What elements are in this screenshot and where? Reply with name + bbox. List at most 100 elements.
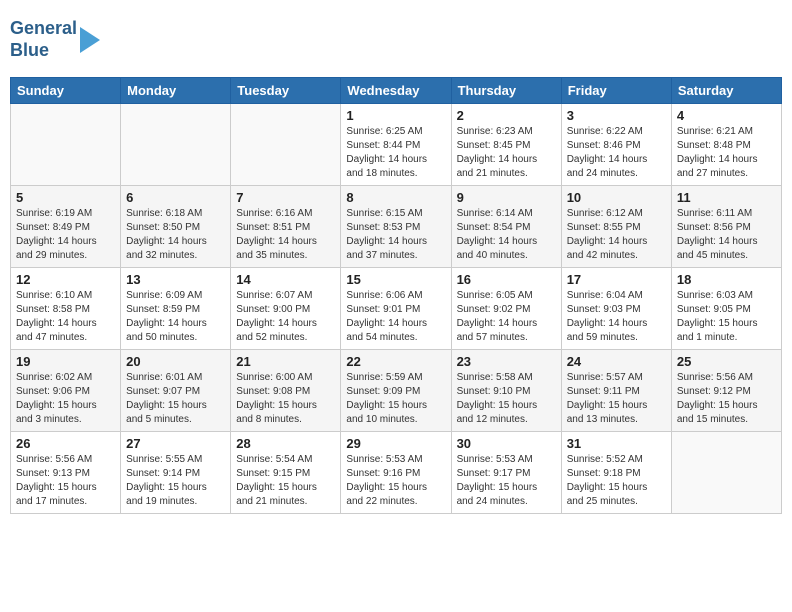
day-info: Sunrise: 5:55 AM Sunset: 9:14 PM Dayligh… [126,453,225,509]
weekday-header: Tuesday [231,78,341,104]
day-info: Sunrise: 6:21 AM Sunset: 8:48 PM Dayligh… [677,125,776,181]
day-number: 9 [457,190,556,205]
day-info: Sunrise: 6:25 AM Sunset: 8:44 PM Dayligh… [346,125,445,181]
calendar-cell [11,104,121,186]
calendar-header-row: SundayMondayTuesdayWednesdayThursdayFrid… [11,78,782,104]
calendar-week-row: 12 Sunrise: 6:10 AM Sunset: 8:58 PM Dayli… [11,268,782,350]
day-info: Sunrise: 5:54 AM Sunset: 9:15 PM Dayligh… [236,453,335,509]
calendar-cell: 31 Sunrise: 5:52 AM Sunset: 9:18 PM Dayli… [561,432,671,514]
day-number: 18 [677,272,776,287]
calendar-cell: 6Sunrise: 6:18 AM Sunset: 8:50 PM Daylig… [121,186,231,268]
day-number: 6 [126,190,225,205]
weekday-header: Monday [121,78,231,104]
day-info: Sunrise: 6:02 AM Sunset: 9:06 PM Dayligh… [16,371,115,427]
calendar-cell: 11 Sunrise: 6:11 AM Sunset: 8:56 PM Dayli… [671,186,781,268]
day-number: 29 [346,436,445,451]
day-info: Sunrise: 6:16 AM Sunset: 8:51 PM Dayligh… [236,207,335,263]
day-info: Sunrise: 6:10 AM Sunset: 8:58 PM Dayligh… [16,289,115,345]
day-info: Sunrise: 5:56 AM Sunset: 9:13 PM Dayligh… [16,453,115,509]
day-info: Sunrise: 5:59 AM Sunset: 9:09 PM Dayligh… [346,371,445,427]
day-number: 5 [16,190,115,205]
logo-line1: General [10,18,77,40]
day-number: 19 [16,354,115,369]
calendar-cell: 3Sunrise: 6:22 AM Sunset: 8:46 PM Daylig… [561,104,671,186]
calendar-cell: 7Sunrise: 6:16 AM Sunset: 8:51 PM Daylig… [231,186,341,268]
day-number: 27 [126,436,225,451]
day-info: Sunrise: 6:09 AM Sunset: 8:59 PM Dayligh… [126,289,225,345]
day-info: Sunrise: 6:06 AM Sunset: 9:01 PM Dayligh… [346,289,445,345]
day-info: Sunrise: 5:58 AM Sunset: 9:10 PM Dayligh… [457,371,556,427]
day-info: Sunrise: 6:00 AM Sunset: 9:08 PM Dayligh… [236,371,335,427]
calendar-cell: 5 Sunrise: 6:19 AM Sunset: 8:49 PM Daylig… [11,186,121,268]
calendar-cell: 10 Sunrise: 6:12 AM Sunset: 8:55 PM Dayli… [561,186,671,268]
header: General Blue [10,10,782,69]
day-number: 21 [236,354,335,369]
day-number: 3 [567,108,666,123]
day-info: Sunrise: 6:23 AM Sunset: 8:45 PM Dayligh… [457,125,556,181]
calendar-body: 1 Sunrise: 6:25 AM Sunset: 8:44 PM Daylig… [11,104,782,514]
day-info: Sunrise: 5:53 AM Sunset: 9:17 PM Dayligh… [457,453,556,509]
weekday-header: Thursday [451,78,561,104]
calendar-cell: 2 Sunrise: 6:23 AM Sunset: 8:45 PM Daylig… [451,104,561,186]
calendar-cell: 29Sunrise: 5:53 AM Sunset: 9:16 PM Dayli… [341,432,451,514]
calendar-cell: 22 Sunrise: 5:59 AM Sunset: 9:09 PM Dayli… [341,350,451,432]
day-number: 24 [567,354,666,369]
calendar-week-row: 5 Sunrise: 6:19 AM Sunset: 8:49 PM Daylig… [11,186,782,268]
day-info: Sunrise: 6:19 AM Sunset: 8:49 PM Dayligh… [16,207,115,263]
day-number: 25 [677,354,776,369]
day-number: 14 [236,272,335,287]
calendar-cell: 1 Sunrise: 6:25 AM Sunset: 8:44 PM Daylig… [341,104,451,186]
calendar-week-row: 1 Sunrise: 6:25 AM Sunset: 8:44 PM Daylig… [11,104,782,186]
day-info: Sunrise: 6:01 AM Sunset: 9:07 PM Dayligh… [126,371,225,427]
calendar-cell: 26Sunrise: 5:56 AM Sunset: 9:13 PM Dayli… [11,432,121,514]
weekday-header: Friday [561,78,671,104]
weekday-header: Saturday [671,78,781,104]
day-info: Sunrise: 6:12 AM Sunset: 8:55 PM Dayligh… [567,207,666,263]
day-number: 11 [677,190,776,205]
day-number: 20 [126,354,225,369]
calendar-cell: 12 Sunrise: 6:10 AM Sunset: 8:58 PM Dayli… [11,268,121,350]
calendar-cell: 9 Sunrise: 6:14 AM Sunset: 8:54 PM Daylig… [451,186,561,268]
day-info: Sunrise: 6:07 AM Sunset: 9:00 PM Dayligh… [236,289,335,345]
day-info: Sunrise: 5:52 AM Sunset: 9:18 PM Dayligh… [567,453,666,509]
day-info: Sunrise: 6:11 AM Sunset: 8:56 PM Dayligh… [677,207,776,263]
calendar-cell: 19 Sunrise: 6:02 AM Sunset: 9:06 PM Dayli… [11,350,121,432]
logo-arrow-icon [80,23,100,57]
calendar: SundayMondayTuesdayWednesdayThursdayFrid… [10,77,782,514]
day-number: 31 [567,436,666,451]
day-number: 12 [16,272,115,287]
calendar-cell: 17 Sunrise: 6:04 AM Sunset: 9:03 PM Dayli… [561,268,671,350]
calendar-week-row: 19 Sunrise: 6:02 AM Sunset: 9:06 PM Dayli… [11,350,782,432]
calendar-cell: 18 Sunrise: 6:03 AM Sunset: 9:05 PM Dayli… [671,268,781,350]
day-info: Sunrise: 5:57 AM Sunset: 9:11 PM Dayligh… [567,371,666,427]
calendar-cell: 21 Sunrise: 6:00 AM Sunset: 9:08 PM Dayli… [231,350,341,432]
day-info: Sunrise: 6:14 AM Sunset: 8:54 PM Dayligh… [457,207,556,263]
day-info: Sunrise: 6:04 AM Sunset: 9:03 PM Dayligh… [567,289,666,345]
day-number: 16 [457,272,556,287]
day-info: Sunrise: 6:05 AM Sunset: 9:02 PM Dayligh… [457,289,556,345]
calendar-cell [671,432,781,514]
day-number: 15 [346,272,445,287]
calendar-cell: 15 Sunrise: 6:06 AM Sunset: 9:01 PM Dayli… [341,268,451,350]
calendar-cell: 24 Sunrise: 5:57 AM Sunset: 9:11 PM Dayli… [561,350,671,432]
day-number: 10 [567,190,666,205]
calendar-cell: 13 Sunrise: 6:09 AM Sunset: 8:59 PM Dayli… [121,268,231,350]
calendar-cell: 14 Sunrise: 6:07 AM Sunset: 9:00 PM Dayli… [231,268,341,350]
day-number: 17 [567,272,666,287]
day-number: 22 [346,354,445,369]
calendar-cell: 8Sunrise: 6:15 AM Sunset: 8:53 PM Daylig… [341,186,451,268]
calendar-cell: 23Sunrise: 5:58 AM Sunset: 9:10 PM Dayli… [451,350,561,432]
logo-line2: Blue [10,40,77,62]
day-number: 4 [677,108,776,123]
day-info: Sunrise: 6:15 AM Sunset: 8:53 PM Dayligh… [346,207,445,263]
day-number: 1 [346,108,445,123]
day-number: 13 [126,272,225,287]
page: General Blue SundayMondayTuesdayWednesda… [10,10,782,514]
calendar-cell: 4 Sunrise: 6:21 AM Sunset: 8:48 PM Daylig… [671,104,781,186]
day-number: 2 [457,108,556,123]
logo: General Blue [10,18,100,61]
calendar-cell: 28Sunrise: 5:54 AM Sunset: 9:15 PM Dayli… [231,432,341,514]
weekday-header: Sunday [11,78,121,104]
day-info: Sunrise: 6:03 AM Sunset: 9:05 PM Dayligh… [677,289,776,345]
weekday-header: Wednesday [341,78,451,104]
